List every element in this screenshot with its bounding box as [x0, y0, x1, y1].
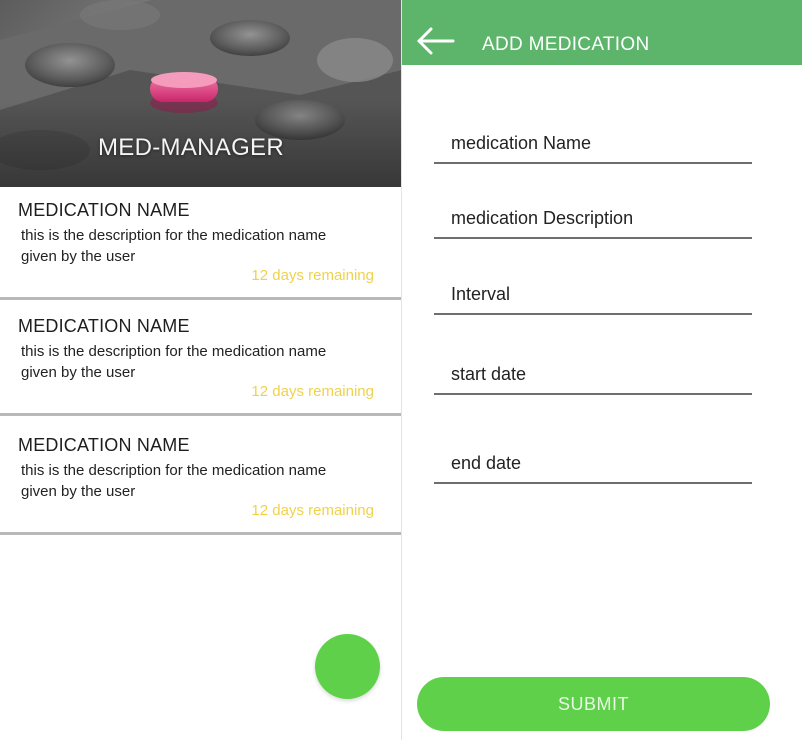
back-button[interactable]	[416, 26, 456, 56]
header-image: MED-MANAGER	[0, 0, 401, 187]
medication-card[interactable]: MEDICATION NAME this is the description …	[0, 303, 401, 416]
medication-description-input[interactable]	[434, 203, 752, 233]
medication-name-field	[434, 120, 752, 164]
arrow-left-icon	[417, 27, 455, 55]
days-remaining: 12 days remaining	[251, 267, 374, 284]
medication-description-field	[434, 195, 752, 239]
start-date-field	[434, 351, 752, 395]
medication-name: MEDICATION NAME	[18, 200, 190, 220]
days-remaining: 12 days remaining	[251, 383, 374, 400]
page-title: ADD MEDICATION	[482, 34, 650, 55]
interval-field	[434, 271, 752, 315]
interval-input[interactable]	[434, 279, 752, 309]
medication-card[interactable]: MEDICATION NAME this is the description …	[0, 422, 401, 535]
end-date-input[interactable]	[434, 448, 752, 478]
medication-description: this is the description for the medicati…	[21, 462, 327, 500]
end-date-field	[434, 440, 752, 484]
medication-name-input[interactable]	[434, 128, 752, 158]
medication-description: this is the description for the medicati…	[21, 343, 327, 381]
toolbar: ADD MEDICATION	[402, 0, 802, 65]
medication-card[interactable]: MEDICATION NAME this is the description …	[0, 187, 401, 300]
medication-name: MEDICATION NAME	[18, 316, 190, 336]
app-title: MED-MANAGER	[98, 134, 284, 161]
start-date-input[interactable]	[434, 359, 752, 389]
medication-list-screen: MED-MANAGER MEDICATION NAME this is the …	[0, 0, 402, 740]
medication-name: MEDICATION NAME	[18, 435, 190, 455]
submit-button[interactable]: SUBMIT	[417, 677, 770, 731]
medication-description: this is the description for the medicati…	[21, 227, 327, 265]
add-medication-fab[interactable]	[315, 634, 380, 699]
days-remaining: 12 days remaining	[251, 502, 374, 519]
add-medication-screen: ADD MEDICATION SUBMIT	[402, 0, 802, 740]
